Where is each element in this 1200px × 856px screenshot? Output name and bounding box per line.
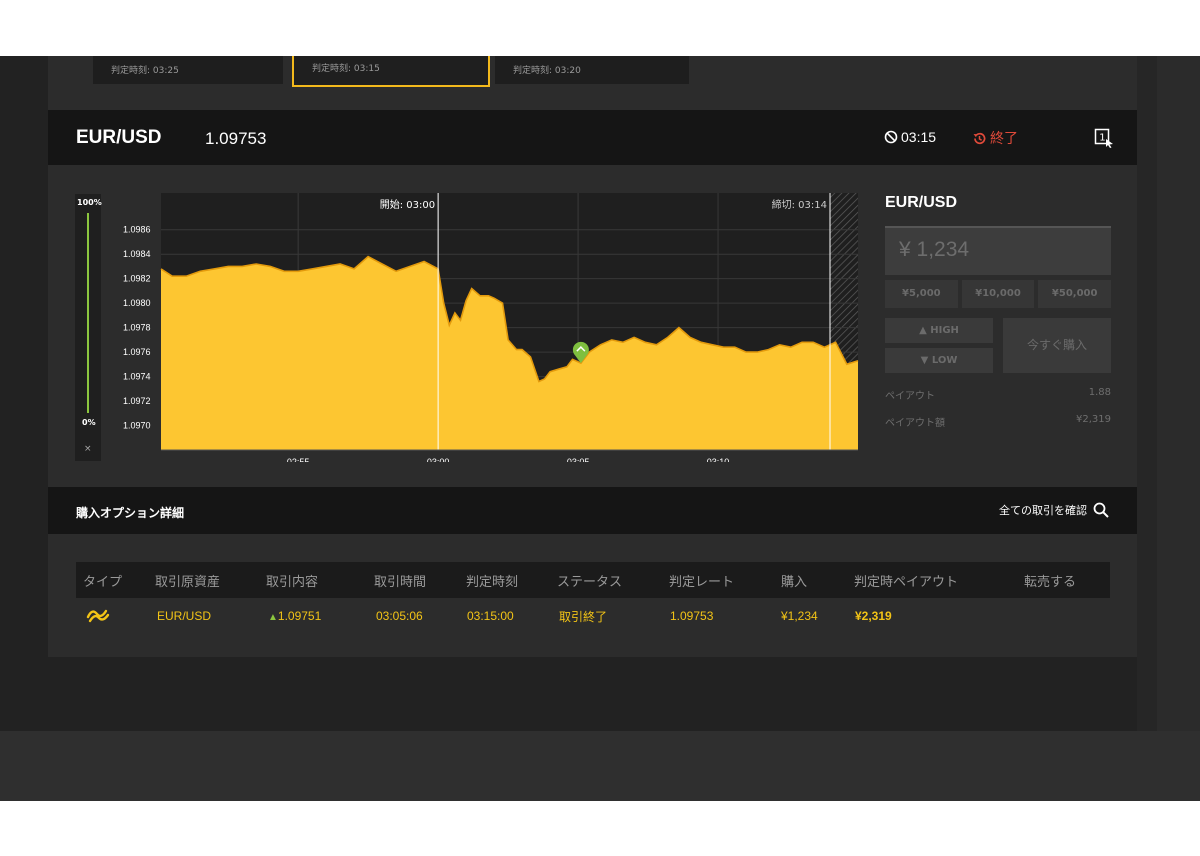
col-payout: 判定時ペイアウト (854, 574, 959, 590)
cell-asset: EUR/USD (157, 609, 212, 623)
y-tick-label: 1.0970 (123, 421, 151, 431)
up-arrow-icon: ▲ (268, 612, 278, 623)
chart-panel: 100% 0% × 1.0986 1.0984 1.0982 1.0980 1.0978… (48, 165, 1137, 487)
low-button[interactable]: ▼ LOW (885, 348, 993, 373)
trade-panel: EUR/USD ¥ 1,234 ¥5,000 ¥10,000 ¥50,000 ▲… (885, 194, 1112, 434)
option-card-0315[interactable]: 判定時刻: 03:15 (292, 56, 490, 87)
asset-header: EUR/USD 1.09753 03:15 終了 1 (48, 110, 1137, 165)
low-label: LOW (931, 355, 958, 366)
direction-row: ▲ HIGH ▼ LOW 今すぐ購入 (885, 318, 1111, 373)
view-all-trades-link[interactable]: 全ての取引を確認 (999, 502, 1109, 518)
no-entry-icon (884, 130, 898, 144)
y-tick-label: 1.0982 (123, 274, 151, 284)
y-tick-label: 1.0974 (123, 372, 151, 382)
app-window: 判定時刻: 03:25 判定時刻: 03:15 判定時刻: 03:20 EUR/… (0, 56, 1200, 801)
table-row[interactable]: EUR/USD ▲1.09751 03:05:06 03:15:00 取引終了 … (76, 598, 1110, 634)
buy-now-button[interactable]: 今すぐ購入 (1003, 318, 1111, 373)
expiry-time-text: 03:15 (901, 129, 937, 145)
high-label: HIGH (930, 325, 959, 336)
x-tick-label: 03:10 (707, 457, 730, 462)
gauge-fill (87, 213, 89, 413)
gauge-bar (87, 213, 89, 413)
x-tick-label: 03:05 (567, 457, 590, 462)
y-tick-label: 1.0972 (123, 396, 151, 406)
col-purchase: 購入 (781, 574, 808, 590)
start-marker-label: 開始: 03:00 (380, 198, 435, 211)
deadline-marker-label: 締切: 03:14 (772, 198, 827, 211)
round-status: 終了 (972, 128, 1018, 148)
payout-label: ペイアウト (885, 391, 935, 402)
main-content: 判定時刻: 03:25 判定時刻: 03:15 判定時刻: 03:20 EUR/… (48, 56, 1137, 657)
right-sidebar (1157, 56, 1200, 731)
high-button[interactable]: ▲ HIGH (885, 318, 993, 343)
col-judge-time: 判定時刻 (466, 574, 519, 590)
low-arrow-icon: ▼ (920, 355, 932, 366)
option-card-label: 判定時刻: 03:20 (513, 66, 581, 76)
search-icon (1093, 502, 1109, 518)
option-card-0320[interactable]: 判定時刻: 03:20 (495, 56, 689, 84)
payout-amount-label: ペイアウト額 (885, 418, 945, 429)
col-asset: 取引原資産 (155, 574, 221, 590)
price-chart: 1.0986 1.0984 1.0982 1.0980 1.0978 1.0976 1.09… (123, 193, 859, 462)
expiry-time: 03:15 (884, 129, 936, 145)
quick-amount-10000-button[interactable]: ¥10,000 (961, 280, 1035, 308)
payout-amount-row: ペイアウト額 ¥2,319 (885, 414, 1111, 429)
option-card-0325[interactable]: 判定時刻: 03:25 (93, 56, 283, 84)
quick-amount-50000-button[interactable]: ¥50,000 (1038, 280, 1112, 308)
col-status: ステータス (557, 574, 623, 590)
cell-content-value: 1.09751 (277, 609, 322, 623)
view-all-label: 全ての取引を確認 (999, 504, 1087, 517)
col-trade-time: 取引時間 (374, 574, 427, 590)
col-resell: 転売する (1024, 574, 1077, 590)
amount-input[interactable]: ¥ 1,234 (885, 226, 1111, 275)
col-content: 取引内容 (266, 574, 319, 590)
option-card-label: 判定時刻: 03:15 (312, 64, 380, 74)
sentiment-gauge: 100% 0% × (75, 194, 102, 461)
payout-row: ペイアウト 1.88 (885, 387, 1111, 402)
trade-symbol: EUR/USD (885, 194, 958, 211)
y-tick-label: 1.0980 (123, 298, 151, 308)
payout-value: 1.88 (1088, 387, 1111, 398)
right-gutter (1137, 56, 1157, 731)
trades-table: タイプ 取引原資産 取引内容 取引時間 判定時刻 ステータス 判定レート 購入 … (76, 562, 1110, 634)
round-status-text: 終了 (990, 131, 1018, 147)
direction-buttons: ▲ HIGH ▼ LOW (885, 318, 993, 373)
high-arrow-icon: ▲ (919, 325, 931, 336)
cell-content: ▲1.09751 (268, 609, 321, 623)
col-rate: 判定レート (669, 574, 735, 590)
current-price: 1.09753 (205, 129, 267, 148)
footer (0, 731, 1200, 801)
svg-text:1: 1 (1099, 133, 1105, 144)
gauge-bottom-label: 0% (82, 418, 96, 427)
one-click-icon[interactable]: 1 (1094, 128, 1114, 148)
payout-amount-value: ¥2,319 (1076, 414, 1111, 425)
asset-symbol: EUR/USD (76, 127, 162, 148)
gauge-close-icon[interactable]: × (84, 444, 92, 454)
y-tick-label: 1.0986 (123, 225, 151, 235)
cell-purchase: ¥1,234 (781, 609, 818, 623)
table-header: タイプ 取引原資産 取引内容 取引時間 判定時刻 ステータス 判定レート 購入 … (76, 562, 1110, 598)
cell-judge-time: 03:15:00 (467, 609, 514, 623)
y-tick-label: 1.0978 (123, 323, 151, 333)
cell-status: 取引終了 (559, 609, 608, 624)
cell-payout: ¥2,319 (855, 609, 892, 623)
high-low-type-icon (86, 609, 110, 623)
details-header: 購入オプション詳細 全ての取引を確認 (48, 487, 1137, 534)
x-tick-label: 02:55 (287, 457, 310, 462)
col-type: タイプ (83, 574, 123, 590)
quick-amounts: ¥5,000 ¥10,000 ¥50,000 (885, 280, 1112, 308)
cell-time: 03:05:06 (376, 609, 423, 623)
history-icon (973, 132, 986, 144)
y-tick-label: 1.0984 (123, 249, 151, 259)
option-card-label: 判定時刻: 03:25 (111, 66, 179, 76)
x-tick-label: 03:00 (427, 457, 450, 462)
gauge-top-label: 100% (77, 198, 102, 207)
details-title: 購入オプション詳細 (76, 506, 185, 520)
quick-amount-5000-button[interactable]: ¥5,000 (885, 280, 958, 308)
y-tick-label: 1.0976 (123, 347, 151, 357)
cell-rate: 1.09753 (670, 609, 714, 623)
